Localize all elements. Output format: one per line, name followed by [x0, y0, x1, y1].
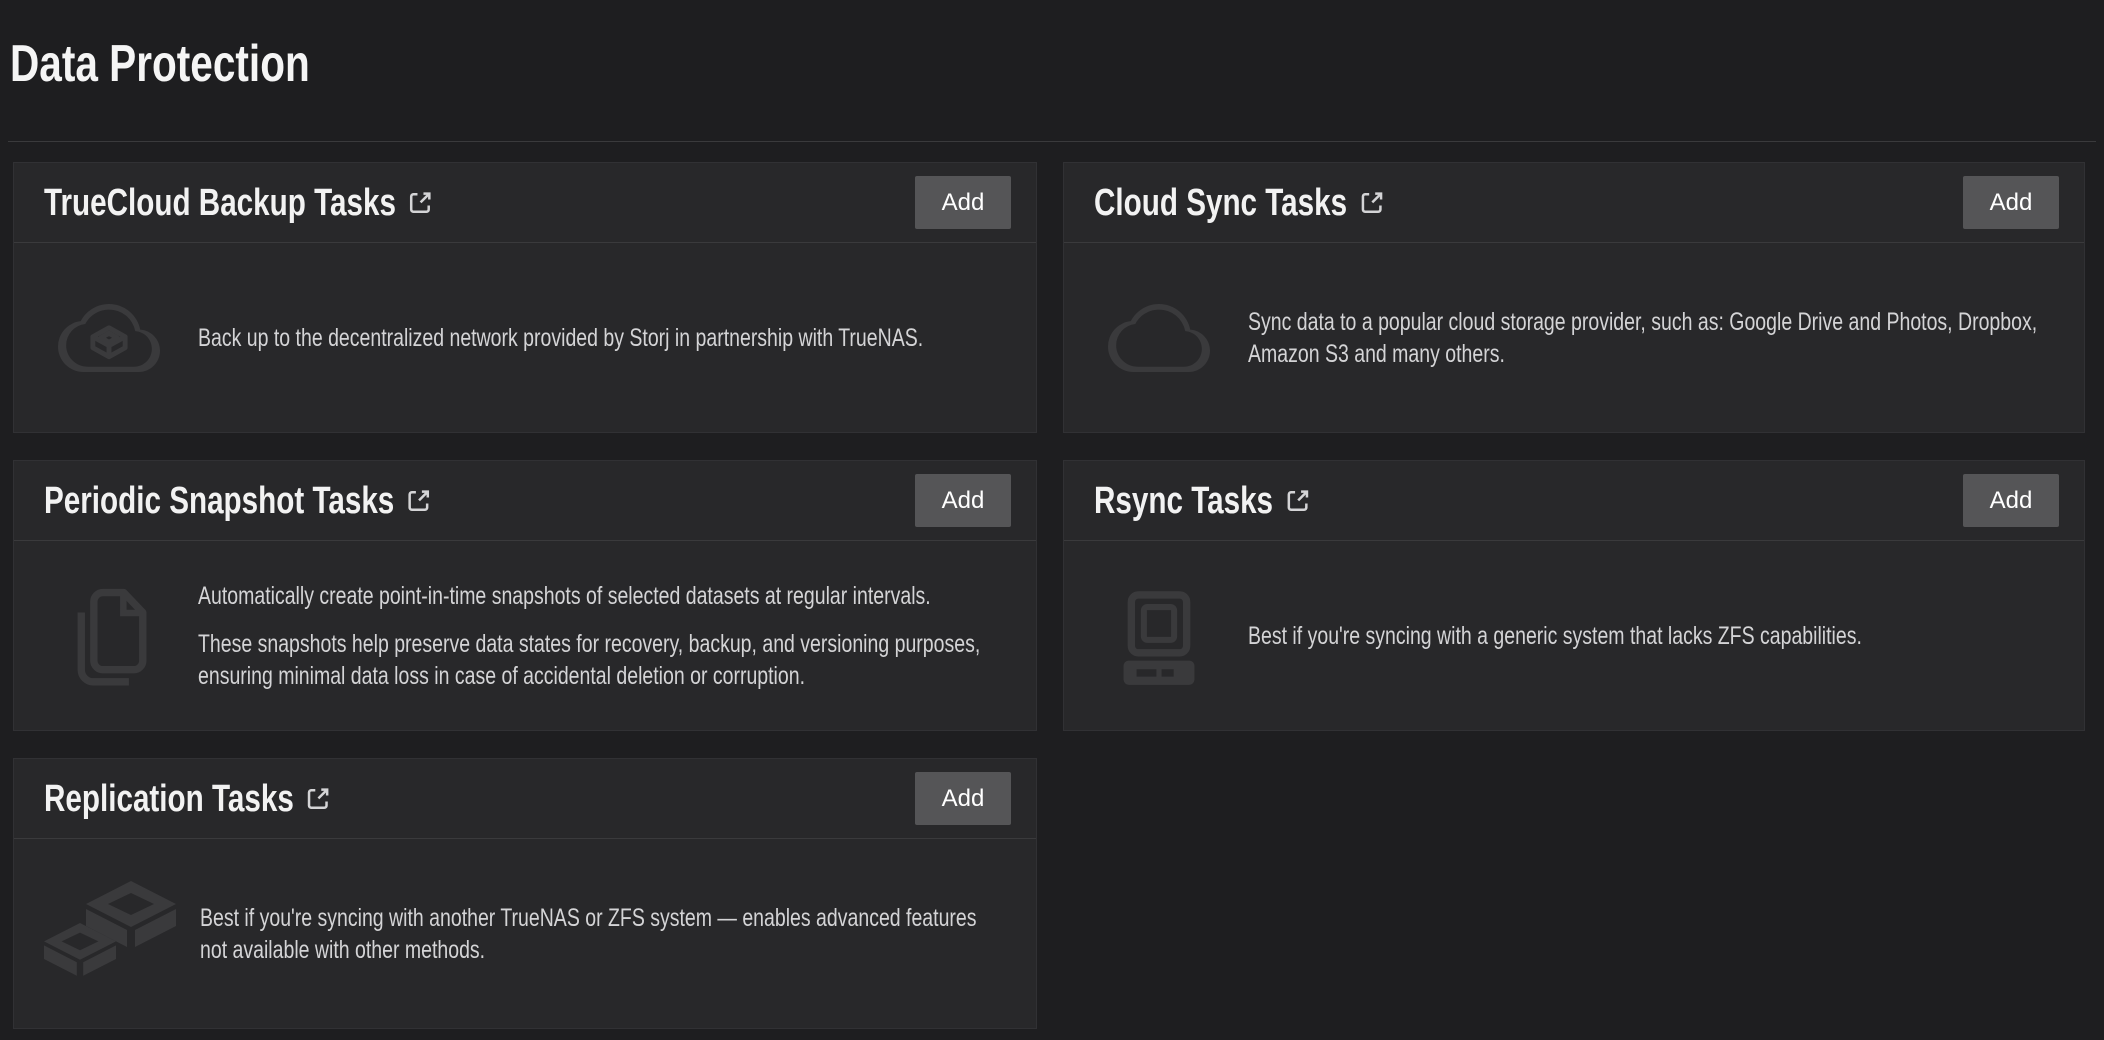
external-link-icon — [306, 784, 329, 814]
description-paragraph: Automatically create point-in-time snaps… — [198, 580, 1008, 612]
description-paragraph: Best if you're syncing with a generic sy… — [1248, 620, 2056, 652]
add-replication-button[interactable]: Add — [915, 772, 1011, 825]
add-cloud-sync-button[interactable]: Add — [1963, 176, 2059, 229]
external-link-icon — [408, 188, 431, 218]
computer-icon — [1094, 582, 1224, 690]
add-rsync-button[interactable]: Add — [1963, 474, 2059, 527]
add-truecloud-backup-button[interactable]: Add — [915, 176, 1011, 229]
description-paragraph: Best if you're syncing with another True… — [200, 902, 1008, 966]
card-body: Best if you're syncing with another True… — [14, 839, 1036, 1028]
card-header: TrueCloud Backup Tasks Add — [14, 163, 1036, 243]
card-description: Back up to the decentralized network pro… — [198, 322, 1008, 354]
description-paragraph: Sync data to a popular cloud storage pro… — [1248, 306, 2056, 370]
card-header: Cloud Sync Tasks Add — [1064, 163, 2084, 243]
card-truecloud-backup-tasks: TrueCloud Backup Tasks Add — [13, 162, 1037, 433]
cards-grid: TrueCloud Backup Tasks Add — [13, 162, 2104, 1029]
snapshots-icon — [44, 577, 174, 694]
description-paragraph: Back up to the decentralized network pro… — [198, 322, 1008, 354]
card-title: TrueCloud Backup Tasks — [44, 184, 396, 222]
replication-tasks-link[interactable]: Replication Tasks — [44, 780, 330, 818]
card-title: Cloud Sync Tasks — [1094, 184, 1347, 222]
periodic-snapshot-tasks-link[interactable]: Periodic Snapshot Tasks — [44, 482, 430, 520]
card-body: Sync data to a popular cloud storage pro… — [1064, 243, 2084, 432]
cloud-sync-tasks-link[interactable]: Cloud Sync Tasks — [1094, 184, 1383, 222]
page-title: Data Protection — [10, 34, 310, 94]
external-link-icon — [1360, 188, 1383, 218]
card-description: Best if you're syncing with another True… — [200, 902, 1008, 966]
storj-cloud-icon — [44, 287, 174, 389]
truecloud-backup-tasks-link[interactable]: TrueCloud Backup Tasks — [44, 184, 432, 222]
rsync-tasks-link[interactable]: Rsync Tasks — [1094, 482, 1309, 520]
card-title: Replication Tasks — [44, 780, 294, 818]
card-title: Rsync Tasks — [1094, 482, 1273, 520]
card-description: Automatically create point-in-time snaps… — [198, 580, 1008, 692]
card-header: Periodic Snapshot Tasks Add — [14, 461, 1036, 541]
card-header: Replication Tasks Add — [14, 759, 1036, 839]
card-header: Rsync Tasks Add — [1064, 461, 2084, 541]
card-description: Sync data to a popular cloud storage pro… — [1248, 306, 2056, 370]
card-replication-tasks: Replication Tasks Add — [13, 758, 1037, 1029]
card-title: Periodic Snapshot Tasks — [44, 482, 394, 520]
description-paragraph: These snapshots help preserve data state… — [198, 628, 1008, 692]
card-cloud-sync-tasks: Cloud Sync Tasks Add — [1063, 162, 2085, 433]
page-divider — [8, 141, 2096, 142]
card-rsync-tasks: Rsync Tasks Add — [1063, 460, 2085, 731]
add-periodic-snapshot-button[interactable]: Add — [915, 474, 1011, 527]
card-description: Best if you're syncing with a generic sy… — [1248, 620, 2056, 652]
external-link-icon — [1286, 486, 1309, 516]
cloud-icon — [1094, 287, 1224, 389]
external-link-icon — [407, 486, 430, 516]
replication-boxes-icon — [44, 879, 176, 989]
card-periodic-snapshot-tasks: Periodic Snapshot Tasks Add — [13, 460, 1037, 731]
card-body: Automatically create point-in-time snaps… — [14, 541, 1036, 730]
card-body: Best if you're syncing with a generic sy… — [1064, 541, 2084, 730]
card-body: Back up to the decentralized network pro… — [14, 243, 1036, 432]
